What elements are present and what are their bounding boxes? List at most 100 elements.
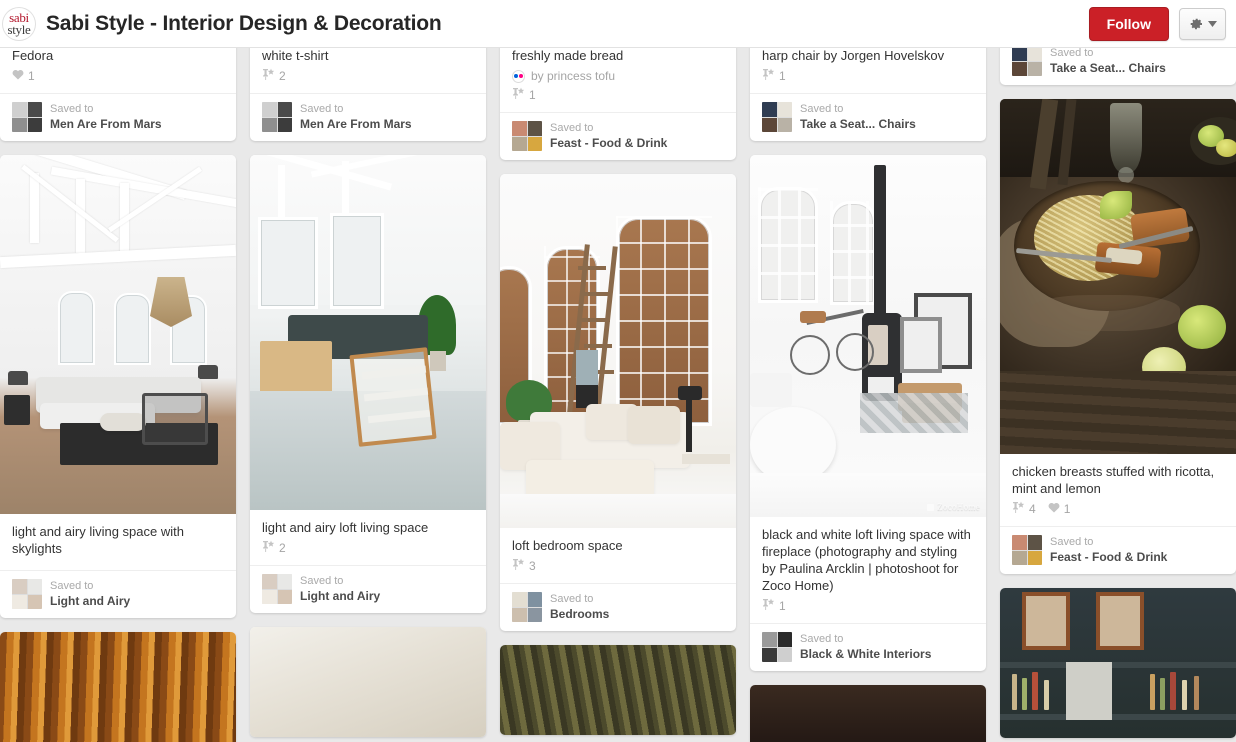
- pin-image[interactable]: [250, 155, 486, 510]
- pin-card[interactable]: harp chair by Jorgen Hovelskov 1 Saved t…: [750, 48, 986, 141]
- chevron-down-icon: [1208, 20, 1217, 27]
- board-thumbnail: [762, 632, 792, 662]
- saved-to-row[interactable]: Saved to Feast - Food & Drink: [500, 112, 736, 160]
- repin-count: 2: [279, 68, 286, 83]
- pin-image[interactable]: [250, 627, 486, 737]
- board-header: sabi style Sabi Style - Interior Design …: [0, 0, 1236, 48]
- pin-card[interactable]: loft bedroom space 3 Saved to Bedrooms: [500, 174, 736, 631]
- saved-to-label: Saved to: [50, 103, 94, 115]
- pin-image[interactable]: [1000, 99, 1236, 454]
- pin-card[interactable]: white t-shirt 2 Saved to Men Are From Ma…: [250, 48, 486, 141]
- saved-to-text: Saved to Black & White Interiors: [800, 633, 931, 661]
- sabi-style-logo[interactable]: sabi style: [2, 6, 36, 41]
- saved-to-label: Saved to: [50, 580, 94, 592]
- repin-icon: [262, 68, 275, 83]
- column-4: harp chair by Jorgen Hovelskov 1 Saved t…: [750, 48, 986, 742]
- board-name: Men Are From Mars: [50, 117, 162, 131]
- board-name: Men Are From Mars: [300, 117, 412, 131]
- flickr-icon: [512, 69, 525, 83]
- repin-count: 1: [529, 87, 536, 102]
- saved-to-label: Saved to: [800, 103, 844, 115]
- pin-title: light and airy loft living space: [262, 520, 429, 535]
- like-count: 1: [1063, 501, 1071, 516]
- saved-to-text: Saved to Men Are From Mars: [50, 103, 162, 131]
- pin-grid[interactable]: Fedora 1 Saved to Men Are From Mars ligh…: [0, 48, 1236, 742]
- board-name: Take a Seat... Chairs: [1050, 61, 1166, 75]
- watermark-text: ZocoHome: [937, 502, 980, 512]
- board-thumbnail: [512, 121, 542, 151]
- saved-to-row[interactable]: Saved to Feast - Food & Drink: [1000, 526, 1236, 574]
- saved-to-row[interactable]: Saved to Bedrooms: [500, 583, 736, 631]
- pin-card[interactable]: light and airy living space with skyligh…: [0, 155, 236, 618]
- heart-icon: [1048, 502, 1060, 516]
- pin-card[interactable]: freshly made bread by princess tofu 1 Sa…: [500, 48, 736, 160]
- pin-card[interactable]: [1000, 588, 1236, 738]
- board-name: Feast - Food & Drink: [550, 136, 668, 150]
- board-thumbnail: [1012, 535, 1042, 565]
- saved-to-row[interactable]: Saved to Take a Seat... Chairs: [750, 93, 986, 141]
- heart-icon: [12, 69, 24, 83]
- saved-to-label: Saved to: [1050, 48, 1094, 59]
- follow-button[interactable]: Follow: [1088, 6, 1169, 41]
- board-settings-button[interactable]: [1179, 7, 1226, 40]
- pin-card[interactable]: light and airy loft living space 2 Saved…: [250, 155, 486, 613]
- pin-card[interactable]: chicken breasts stuffed with ricotta, mi…: [1000, 99, 1236, 574]
- logo-line-2: style: [7, 21, 31, 37]
- like-count: 1: [28, 68, 35, 83]
- saved-to-label: Saved to: [550, 122, 594, 134]
- board-thumbnail: [262, 574, 292, 604]
- pin-image[interactable]: [500, 645, 736, 735]
- repin-icon: [512, 558, 525, 573]
- saved-to-text: Saved to Light and Airy: [300, 575, 380, 603]
- repin-icon: [1012, 501, 1025, 516]
- pin-repin-stat: 1: [762, 68, 786, 83]
- repin-count: 3: [529, 558, 536, 573]
- board-thumbnail: [12, 102, 42, 132]
- column-1: Fedora 1 Saved to Men Are From Mars ligh…: [0, 48, 236, 742]
- pin-title: chicken breasts stuffed with ricotta, mi…: [1012, 464, 1215, 496]
- column-2: white t-shirt 2 Saved to Men Are From Ma…: [250, 48, 486, 742]
- saved-to-text: Saved to Feast - Food & Drink: [550, 122, 667, 150]
- board-name: Take a Seat... Chairs: [800, 117, 916, 131]
- pin-image[interactable]: [0, 632, 236, 742]
- saved-to-label: Saved to: [550, 593, 594, 605]
- saved-to-row[interactable]: Saved to Light and Airy: [250, 565, 486, 613]
- pin-repin-stat: 1: [762, 598, 786, 613]
- board-name: Black & White Interiors: [800, 647, 932, 661]
- pin-card[interactable]: [500, 645, 736, 735]
- pin-card[interactable]: [0, 632, 236, 742]
- pin-card[interactable]: [750, 685, 986, 742]
- pin-repin-stat: 2: [262, 540, 286, 555]
- pin-like-stat: 1: [12, 69, 35, 83]
- pin-repin-stat: 3: [512, 558, 536, 573]
- repin-icon: [762, 598, 775, 613]
- pin-image[interactable]: [500, 174, 736, 528]
- saved-to-row[interactable]: Saved to Light and Airy: [0, 570, 236, 618]
- pin-card[interactable]: [250, 627, 486, 737]
- pin-image[interactable]: [1000, 588, 1236, 738]
- pin-like-stat: 1: [1048, 501, 1071, 516]
- pin-title: white t-shirt: [262, 48, 329, 63]
- pin-card[interactable]: Fedora 1 Saved to Men Are From Mars: [0, 48, 236, 141]
- saved-to-row[interactable]: Saved to Men Are From Mars: [250, 93, 486, 141]
- repin-icon: [262, 540, 275, 555]
- pin-card[interactable]: ZocoHome black and white loft living spa…: [750, 155, 986, 671]
- repin-count: 4: [1029, 501, 1036, 516]
- pin-title: black and white loft living space with f…: [762, 527, 971, 593]
- saved-to-row[interactable]: Saved to Black & White Interiors: [750, 623, 986, 671]
- pin-card[interactable]: Saved to Take a Seat... Chairs: [1000, 48, 1236, 85]
- repin-icon: [512, 87, 525, 102]
- pin-title: harp chair by Jorgen Hovelskov: [762, 48, 945, 63]
- column-3: freshly made bread by princess tofu 1 Sa…: [500, 48, 736, 742]
- pin-image[interactable]: ZocoHome: [750, 155, 986, 517]
- saved-to-text: Saved to Take a Seat... Chairs: [1050, 48, 1166, 75]
- pin-title: loft bedroom space: [512, 538, 623, 553]
- pin-image[interactable]: [750, 685, 986, 742]
- saved-to-text: Saved to Light and Airy: [50, 580, 130, 608]
- board-name: Light and Airy: [300, 589, 381, 603]
- pin-image[interactable]: [0, 155, 236, 514]
- saved-to-row[interactable]: Saved to Take a Seat... Chairs: [1000, 48, 1236, 85]
- pin-attribution[interactable]: by princess tofu: [512, 69, 724, 83]
- saved-to-row[interactable]: Saved to Men Are From Mars: [0, 93, 236, 141]
- saved-to-text: Saved to Bedrooms: [550, 593, 609, 621]
